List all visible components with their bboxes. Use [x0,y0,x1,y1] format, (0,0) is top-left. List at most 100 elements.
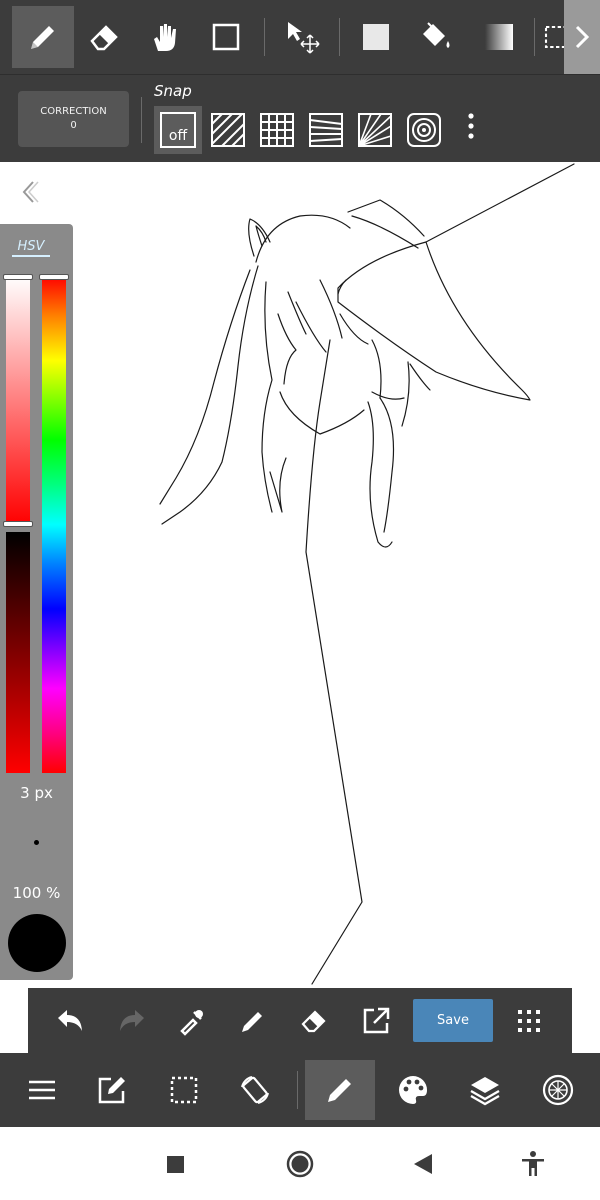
selection-icon [170,1076,198,1104]
chevron-right-icon [575,25,590,49]
hue-slider[interactable] [39,274,69,773]
fill-color-tool-button[interactable] [345,6,407,68]
hue-thumb[interactable] [39,274,69,280]
snap-grid-button[interactable] [253,106,301,154]
vertical-dots-icon [468,113,474,139]
recents-icon [167,1156,184,1173]
slider-thumb[interactable] [3,274,33,280]
snap-label: Snap [154,82,192,100]
layers-button[interactable] [450,1060,520,1120]
selection-button[interactable] [149,1060,219,1120]
snap-parallel-button[interactable] [204,106,252,154]
color-panel: HSV 3 px 100 % [0,224,73,980]
brush-size-label[interactable]: 3 px [0,784,73,802]
toolbar-separator [534,18,535,56]
eraser-icon [301,1010,326,1033]
snap-perspective-button[interactable] [302,106,350,154]
gradient-icon [485,24,513,50]
brush-icon [328,1079,351,1102]
materials-icon [542,1074,574,1106]
snap-off-button[interactable]: off [154,106,202,154]
pen-tool-button[interactable] [12,6,74,68]
action-bar: Save [28,988,572,1053]
rotate-canvas-button[interactable] [220,1060,290,1120]
saturation-gradient-lower [6,532,30,773]
saturation-slider[interactable] [3,274,33,773]
edit-icon [98,1077,125,1104]
toolbar-separator [141,97,142,143]
top-toolbar [0,0,600,74]
hand-tool-button[interactable] [135,6,197,68]
accessibility-button[interactable] [518,1149,548,1179]
pen-icon [31,26,54,49]
back-button[interactable] [408,1149,438,1179]
home-icon [286,1150,314,1178]
main-menu-button[interactable] [7,1060,77,1120]
palette-button[interactable] [378,1060,448,1120]
eraser-tool-button[interactable] [73,6,135,68]
grid-menu-button[interactable] [508,1000,550,1042]
palette-icon [399,1076,427,1104]
bucket-tool-button[interactable] [405,6,467,68]
correction-value: 0 [70,120,77,131]
undo-icon [58,1010,82,1031]
drawing-canvas[interactable] [0,162,600,988]
redo-icon [120,1010,144,1031]
system-navigation-bar [0,1127,600,1200]
parallel-snap-icon [211,113,245,147]
hand-icon [154,24,176,51]
toolbar-separator [264,18,265,56]
eyedropper-icon [180,1010,203,1036]
grid-dots-icon [518,1010,540,1032]
chevron-left-icon[interactable] [18,179,42,205]
move-tool-button[interactable] [271,6,333,68]
snap-concentric-button[interactable] [400,106,448,154]
export-icon [363,1007,390,1034]
eraser-button[interactable] [293,1000,335,1042]
materials-button[interactable] [523,1060,593,1120]
brush-button[interactable] [305,1060,375,1120]
home-button[interactable] [285,1149,315,1179]
eraser-icon [90,25,118,51]
correction-button[interactable]: CORRECTION 0 [18,91,129,147]
snap-off-label: off [160,112,196,148]
snap-toolbar: CORRECTION 0 Snap off [0,74,600,162]
saturation-gradient-upper [6,276,30,524]
snap-menu-button[interactable] [458,108,484,144]
accessibility-icon [522,1151,544,1176]
brush-size-preview [34,840,39,845]
rotate-icon [241,1076,269,1104]
shape-tool-button[interactable] [195,6,257,68]
move-icon [288,22,320,54]
redo-button[interactable] [111,1000,153,1042]
back-icon [414,1154,432,1174]
nav-separator [297,1071,298,1109]
opacity-label[interactable]: 100 % [0,884,73,902]
pen-button[interactable] [232,1000,274,1042]
snap-radial-button[interactable] [351,106,399,154]
edit-button[interactable] [77,1060,147,1120]
save-button[interactable]: Save [413,999,493,1042]
recents-button[interactable] [160,1149,190,1179]
current-color-swatch[interactable] [8,914,66,972]
radial-snap-icon [358,113,392,147]
toolbar-separator [339,18,340,56]
eyedropper-button[interactable] [171,1000,213,1042]
undo-button[interactable] [49,1000,91,1042]
gradient-tool-button[interactable] [468,6,530,68]
toolbar-more-button[interactable] [564,0,600,74]
hsv-tab[interactable]: HSV [12,239,50,257]
menu-icon [29,1080,55,1100]
filled-square-icon [363,24,389,50]
concentric-snap-icon [407,113,441,147]
bottom-navigation [0,1053,600,1127]
grid-snap-icon [260,113,294,147]
square-outline-icon [212,23,240,51]
correction-label: CORRECTION [40,106,107,117]
perspective-snap-icon [309,113,343,147]
export-button[interactable] [355,1000,397,1042]
layers-icon [470,1077,500,1106]
saturation-thumb[interactable] [3,520,33,527]
paint-bucket-icon [423,22,450,48]
pen-icon [242,1012,262,1032]
